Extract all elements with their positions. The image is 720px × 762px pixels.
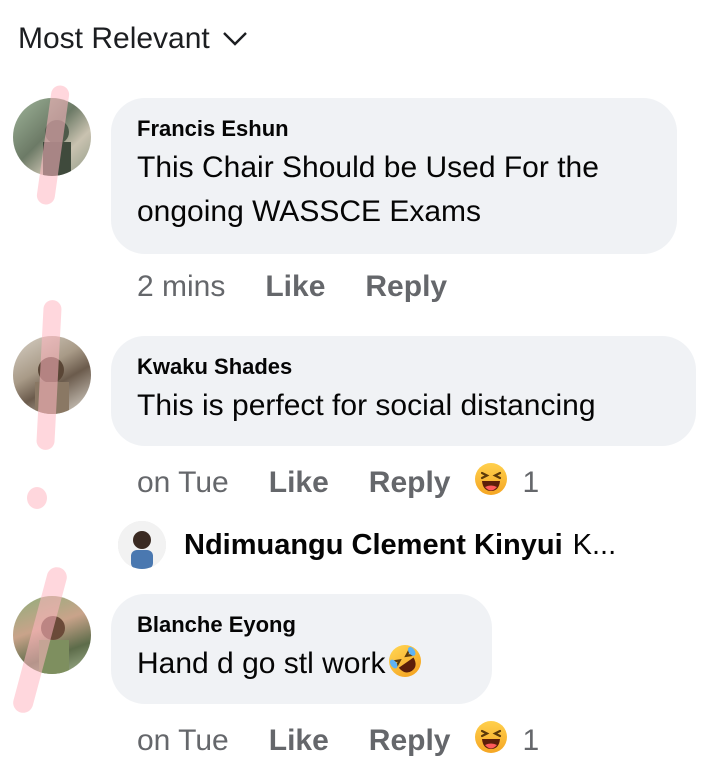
comment-timestamp[interactable]: on Tue bbox=[137, 466, 229, 500]
comment-bubble: Blanche Eyong Hand d go stl work bbox=[111, 594, 492, 704]
laughing-emoji-icon bbox=[474, 720, 508, 762]
comment-actions: on Tue Like Reply 1 bbox=[137, 720, 539, 762]
comment-timestamp[interactable]: 2 mins bbox=[137, 270, 225, 304]
comment-text: This is perfect for social distancing bbox=[137, 389, 596, 422]
like-button[interactable]: Like bbox=[265, 270, 325, 304]
comment-text: This Chair Should be Used For the ongoin… bbox=[137, 151, 599, 228]
reply-button[interactable]: Reply bbox=[365, 270, 447, 304]
reply-author[interactable]: Ndimuangu Clement Kinyui bbox=[184, 529, 563, 562]
annotation-mark bbox=[27, 487, 47, 509]
comment-author[interactable]: Kwaku Shades bbox=[137, 352, 670, 382]
reaction-count: 1 bbox=[522, 724, 540, 757]
comment-timestamp[interactable]: on Tue bbox=[137, 724, 229, 758]
comment-actions: on Tue Like Reply 1 bbox=[137, 462, 539, 504]
sort-label: Most Relevant bbox=[18, 22, 210, 55]
reply-button[interactable]: Reply bbox=[369, 466, 451, 500]
like-button[interactable]: Like bbox=[269, 724, 329, 758]
comment-actions: 2 mins Like Reply bbox=[137, 270, 447, 304]
reply-preview[interactable]: Ndimuangu Clement Kinyui K... bbox=[118, 521, 616, 569]
sort-dropdown[interactable]: Most Relevant bbox=[18, 22, 248, 56]
rolling-on-floor-laughing-emoji-icon bbox=[387, 643, 423, 692]
comment-author[interactable]: Blanche Eyong bbox=[137, 610, 466, 640]
like-button[interactable]: Like bbox=[269, 466, 329, 500]
comment-bubble: Kwaku Shades This is perfect for social … bbox=[111, 336, 696, 446]
avatar[interactable] bbox=[118, 521, 166, 569]
comment-text-body: Hand d go stl work bbox=[137, 647, 386, 680]
reaction-summary[interactable]: 1 bbox=[474, 720, 539, 762]
comment-author[interactable]: Francis Eshun bbox=[137, 114, 651, 144]
reply-text: K... bbox=[572, 528, 617, 561]
chevron-down-icon bbox=[222, 31, 248, 52]
reply-button[interactable]: Reply bbox=[369, 724, 451, 758]
comment-bubble: Francis Eshun This Chair Should be Used … bbox=[111, 98, 677, 254]
laughing-emoji-icon bbox=[474, 462, 508, 504]
comment-text: Hand d go stl work bbox=[137, 642, 466, 692]
reaction-summary[interactable]: 1 bbox=[474, 462, 539, 504]
reaction-count: 1 bbox=[522, 466, 540, 499]
